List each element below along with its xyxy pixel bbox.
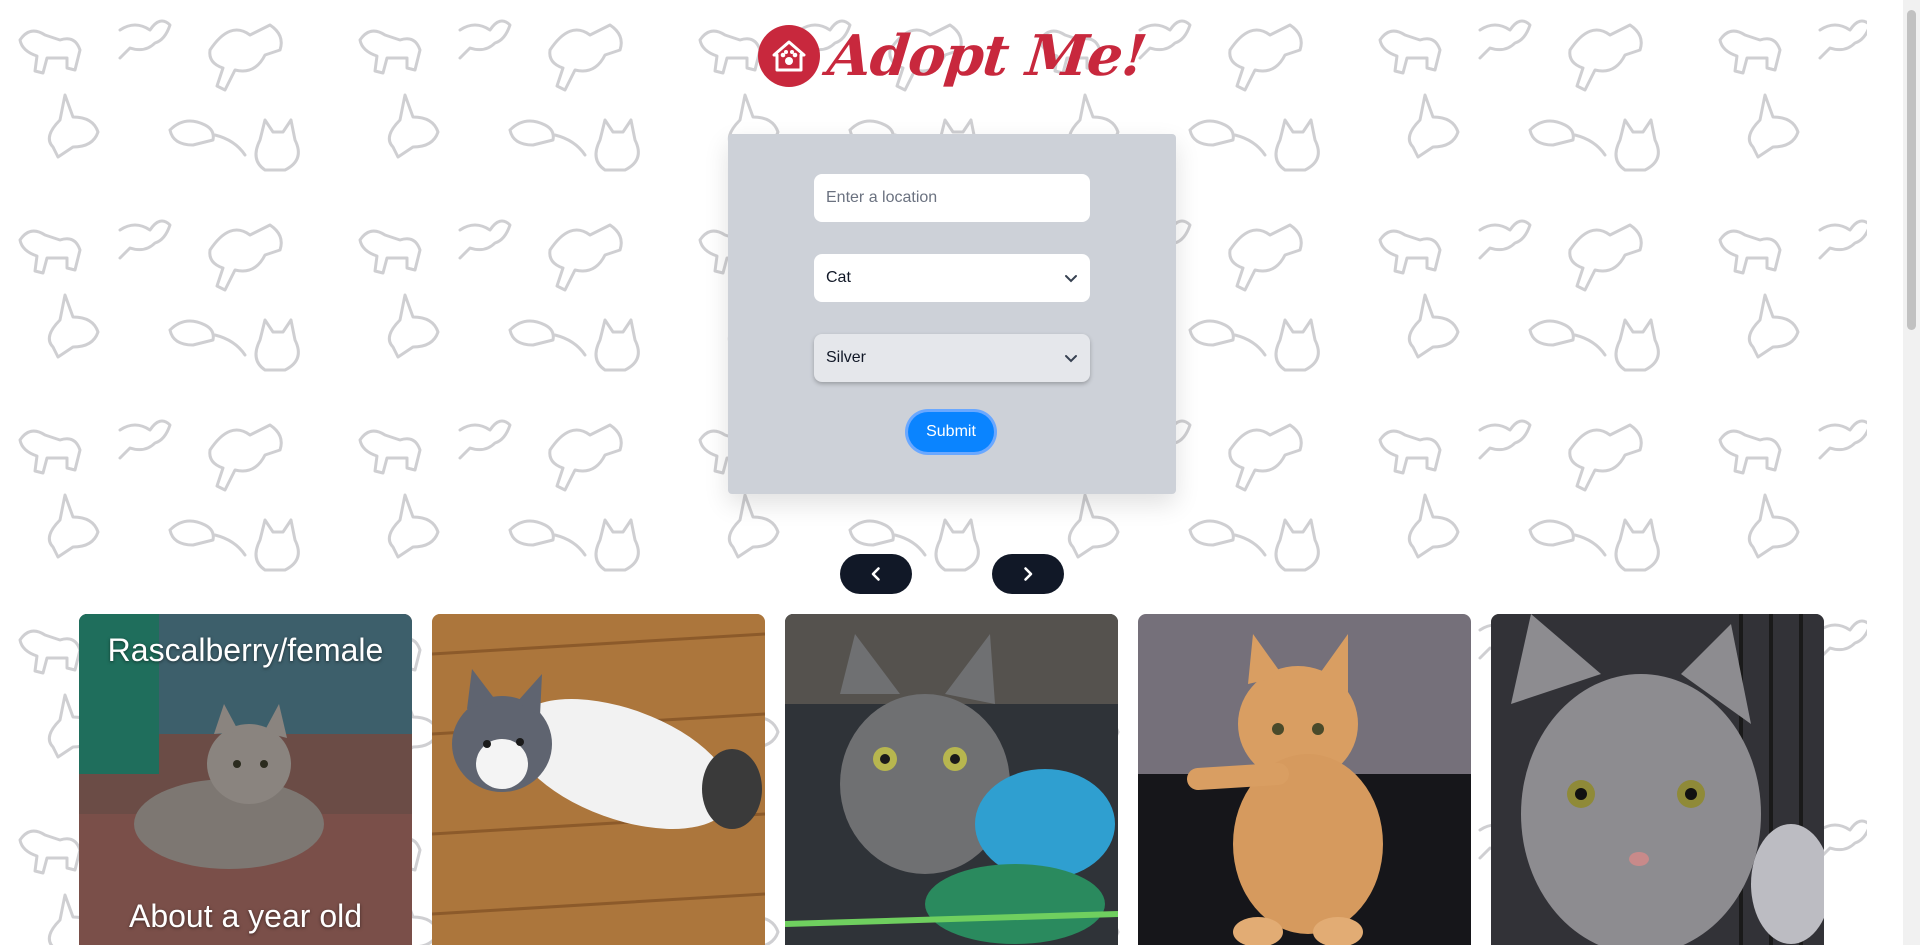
search-form: Enter a location Cat Silver Submit	[728, 134, 1176, 494]
pet-carousel: Rascalberry/female About a year old	[79, 614, 1824, 945]
location-input[interactable]: Enter a location	[814, 174, 1090, 222]
breed-select-value: Silver	[826, 349, 867, 366]
pet-photo	[1138, 614, 1471, 945]
animal-select-value: Cat	[826, 269, 851, 286]
submit-button[interactable]: Submit	[908, 412, 994, 452]
pet-card[interactable]	[1491, 614, 1824, 945]
carousel-prev-button[interactable]	[840, 554, 912, 594]
site-header: Adopt Me!	[0, 14, 1903, 98]
pet-photo	[432, 614, 765, 945]
logo-text: Adopt Me!	[824, 23, 1149, 89]
logo-link[interactable]: Adopt Me!	[757, 23, 1149, 89]
pet-card-age-overlay: About a year old	[128, 898, 363, 934]
chevron-down-icon	[1065, 275, 1077, 283]
page-scrollbar[interactable]	[1903, 0, 1920, 945]
location-placeholder: Enter a location	[826, 189, 938, 206]
chevron-left-icon	[871, 567, 880, 581]
pet-card[interactable]	[432, 614, 765, 945]
pet-card[interactable]	[1138, 614, 1471, 945]
pet-card[interactable]: Rascalberry/female About a year old	[79, 614, 412, 945]
chevron-down-icon	[1065, 355, 1077, 363]
pet-card[interactable]	[785, 614, 1118, 945]
home-paw-icon	[757, 25, 820, 87]
pet-photo	[785, 614, 1118, 945]
animal-select[interactable]: Cat	[814, 254, 1090, 302]
pet-card-name-overlay: Rascalberry/female	[107, 632, 384, 668]
carousel-next-button[interactable]	[992, 554, 1064, 594]
scrollbar-thumb[interactable]	[1907, 10, 1916, 330]
breed-select[interactable]: Silver	[814, 334, 1090, 382]
pet-photo	[1491, 614, 1824, 945]
chevron-right-icon	[1024, 567, 1033, 581]
